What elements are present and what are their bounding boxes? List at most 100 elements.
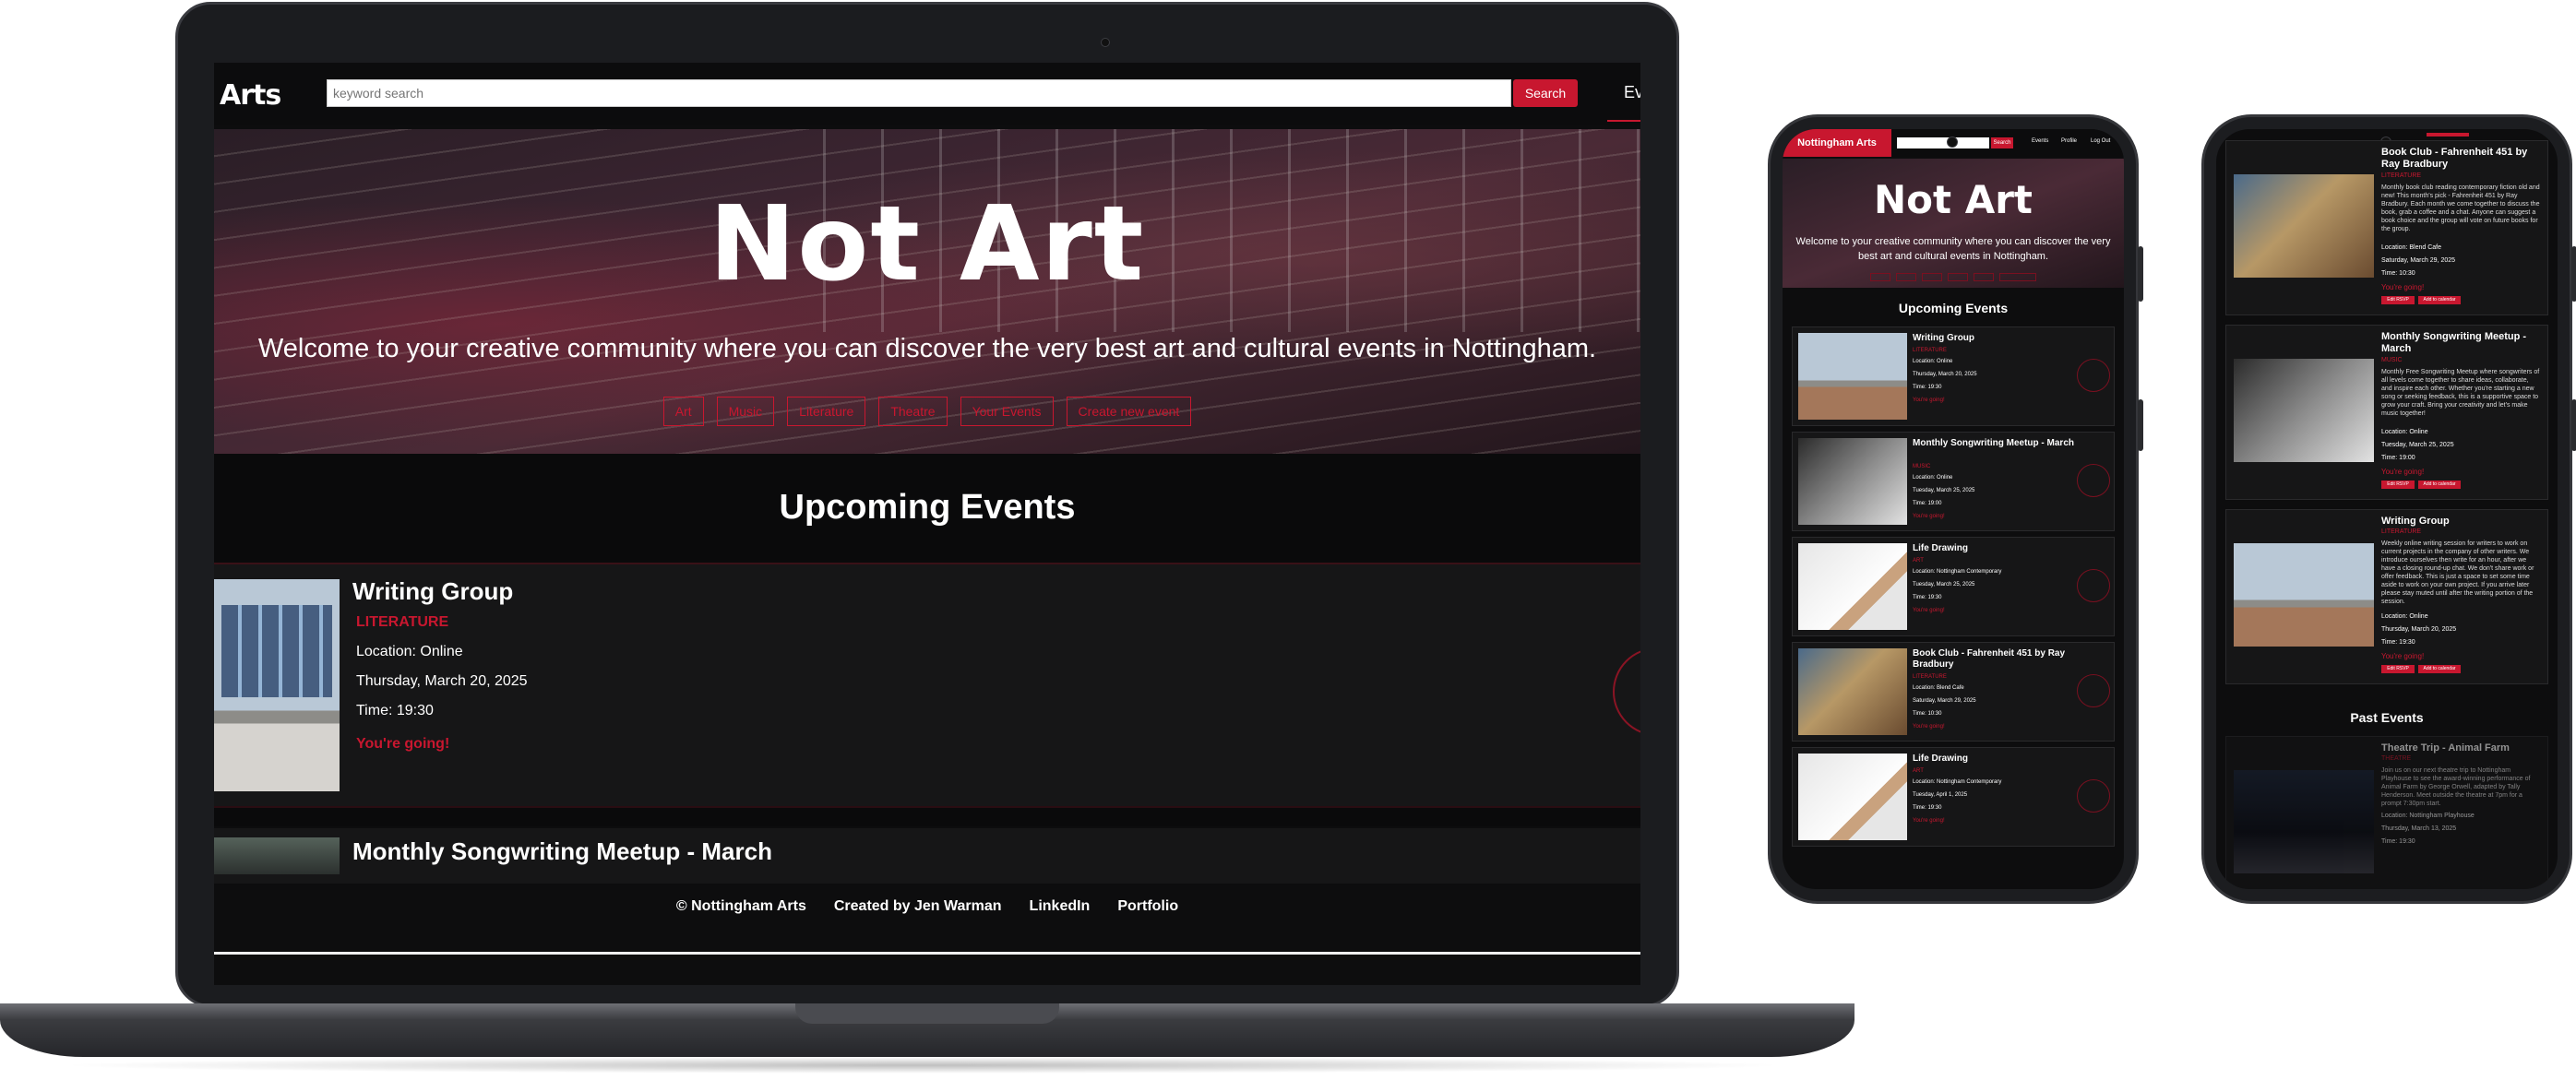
edit-rsvp-button[interactable]: Edit RSVP — [2381, 665, 2415, 673]
event-image — [2234, 770, 2374, 873]
event-date: Thursday, March 20, 2025 — [2381, 626, 2457, 633]
search-input[interactable] — [327, 79, 1511, 107]
event-category: THEATRE — [2381, 755, 2412, 762]
rsvp-status: You're going! — [1913, 818, 1945, 824]
filter-music[interactable]: Music — [716, 397, 775, 426]
nav-events-link[interactable]: Events — [2032, 138, 2048, 144]
gap — [214, 808, 1640, 826]
event-image — [2234, 359, 2374, 462]
footer-linkedin-link[interactable]: LinkedIn — [1030, 898, 1091, 915]
rsvp-status: You're going! — [1913, 514, 1945, 519]
footer-portfolio-link[interactable]: Portfolio — [1117, 898, 1178, 915]
add-to-calendar-button[interactable]: Add to calendar — [2418, 665, 2461, 673]
section-title: Upcoming Events — [214, 454, 1640, 563]
event-card[interactable]: Monthly Songwriting Meetup - March MUSIC… — [2225, 325, 2548, 500]
event-title[interactable]: Monthly Songwriting Meetup - March — [2381, 331, 2538, 355]
search-button[interactable]: Search — [1513, 79, 1578, 107]
event-action-ring[interactable] — [2077, 674, 2110, 707]
event-time: Time: 19:30 — [356, 703, 434, 718]
event-action-ring[interactable] — [2077, 464, 2110, 497]
event-title[interactable]: Life Drawing — [1913, 543, 2079, 554]
event-title[interactable]: Monthly Songwriting Meetup - March — [352, 837, 772, 866]
event-action-ring[interactable] — [2077, 569, 2110, 602]
event-description: Join us on our next theatre trip to Nott… — [2381, 767, 2531, 807]
filter-button[interactable] — [1922, 273, 1942, 281]
edit-rsvp-button[interactable]: Edit RSVP — [2381, 481, 2415, 489]
event-image — [1798, 333, 1907, 420]
site-logo[interactable]: Nottingham Arts — [1783, 129, 1891, 157]
navbar: Arts Search Ev — [214, 63, 1640, 125]
event-category: MUSIC — [2381, 357, 2403, 363]
event-date: Thursday, March 20, 2025 — [1913, 372, 1977, 377]
event-time: Time: 19:30 — [1913, 595, 1942, 600]
event-card[interactable]: Life Drawing ART Location: Nottingham Co… — [1792, 747, 2115, 847]
hero-subtitle: Welcome to your creative community where… — [257, 334, 1597, 363]
event-card[interactable]: Life Drawing ART Location: Nottingham Co… — [1792, 537, 2115, 636]
laptop-camera — [1101, 38, 1110, 47]
event-category: LITERATURE — [2381, 528, 2422, 535]
search-input[interactable] — [1897, 137, 1989, 148]
event-location: Location: Nottingham Contemporary — [1913, 779, 2002, 785]
event-date: Thursday, March 13, 2025 — [2381, 825, 2457, 832]
event-title[interactable]: Theatre Trip - Animal Farm — [2381, 742, 2538, 754]
event-card[interactable]: Book Club - Fahrenheit 451 by Ray Bradbu… — [1792, 642, 2115, 742]
nav-profile-link[interactable]: Profile — [2061, 138, 2077, 144]
event-card[interactable]: Writing Group LITERATURE Location: Onlin… — [1792, 326, 2115, 426]
filter-button[interactable] — [1974, 273, 1994, 281]
phone-button — [2138, 246, 2143, 302]
filter-button[interactable] — [1948, 273, 1968, 281]
event-category: ART — [1913, 558, 1924, 564]
past-event-card[interactable]: Theatre Trip - Animal Farm THEATRE Join … — [2225, 736, 2548, 889]
edit-rsvp-button[interactable]: Edit RSVP — [2381, 296, 2415, 304]
add-to-calendar-button[interactable]: Add to calendar — [2418, 481, 2461, 489]
event-card[interactable]: Monthly Songwriting Meetup - March — [214, 828, 1640, 884]
event-image — [214, 579, 340, 791]
event-title[interactable]: Writing Group — [352, 577, 513, 606]
event-description: Monthly Free Songwriting Meetup where so… — [2381, 369, 2540, 417]
nav-events-link[interactable]: Ev — [1624, 83, 1640, 102]
event-title[interactable]: Book Club - Fahrenheit 451 by Ray Bradbu… — [2381, 147, 2538, 171]
event-time: Time: 19:30 — [2381, 639, 2415, 646]
site-logo[interactable]: Arts — [220, 79, 281, 112]
event-image — [1798, 543, 1907, 630]
event-card[interactable]: Monthly Songwriting Meetup - March MUSIC… — [1792, 432, 2115, 531]
phone-screen: Nottingham Arts Search Events Profile Lo… — [1783, 129, 2124, 889]
event-card[interactable]: Book Club - Fahrenheit 451 by Ray Bradbu… — [2225, 140, 2548, 315]
filter-theatre[interactable]: Theatre — [878, 397, 948, 426]
filter-your-events[interactable]: Your Events — [960, 397, 1054, 426]
filter-literature[interactable]: Literature — [787, 397, 866, 426]
event-title[interactable]: Monthly Songwriting Meetup - March — [1913, 438, 2079, 449]
hero-title: Not Art — [1874, 177, 2033, 222]
event-action-ring[interactable] — [2077, 779, 2110, 813]
event-category: LITERATURE — [1913, 674, 1947, 680]
event-action-ring[interactable] — [2077, 359, 2110, 392]
search-button[interactable]: Search — [1991, 137, 2013, 148]
event-date: Tuesday, March 25, 2025 — [1913, 488, 1975, 493]
event-location: Location: Online — [1913, 475, 1953, 481]
add-to-calendar-button[interactable]: Add to calendar — [2418, 296, 2461, 304]
create-event-button[interactable] — [1999, 273, 2036, 281]
hero-banner: Not Art Welcome to your creative communi… — [214, 129, 1640, 454]
event-category: LITERATURE — [356, 614, 449, 630]
event-title[interactable]: Writing Group — [1913, 333, 2079, 344]
event-title[interactable]: Book Club - Fahrenheit 451 by Ray Bradbu… — [1913, 648, 2079, 671]
event-action-ring[interactable] — [1613, 647, 1640, 736]
phone-button — [2571, 399, 2576, 451]
event-card[interactable]: Writing Group LITERATURE Location: Onlin… — [214, 564, 1640, 806]
nav-logout-link[interactable]: Log Out — [2091, 138, 2110, 144]
footer-credit: Created by Jen Warman — [833, 898, 1002, 914]
event-card[interactable]: Writing Group LITERATURE Weekly online w… — [2225, 509, 2548, 684]
filter-button[interactable] — [1896, 273, 1916, 281]
event-title[interactable]: Life Drawing — [1913, 754, 2079, 765]
create-event-button[interactable]: Create new event — [1066, 397, 1192, 426]
event-date: Tuesday, March 25, 2025 — [1913, 582, 1975, 587]
footer-copyright: © Nottingham Arts — [675, 898, 806, 914]
section-title: Upcoming Events — [1898, 301, 2009, 315]
rsvp-status: You're going! — [356, 736, 450, 752]
event-title[interactable]: Writing Group — [2381, 516, 2538, 528]
event-time: Time: 19:00 — [2381, 455, 2415, 461]
filter-button[interactable] — [1870, 273, 1890, 281]
event-date: Saturday, March 29, 2025 — [1913, 698, 1976, 704]
rsvp-status: You're going! — [1913, 724, 1945, 730]
filter-art[interactable]: Art — [662, 397, 704, 426]
